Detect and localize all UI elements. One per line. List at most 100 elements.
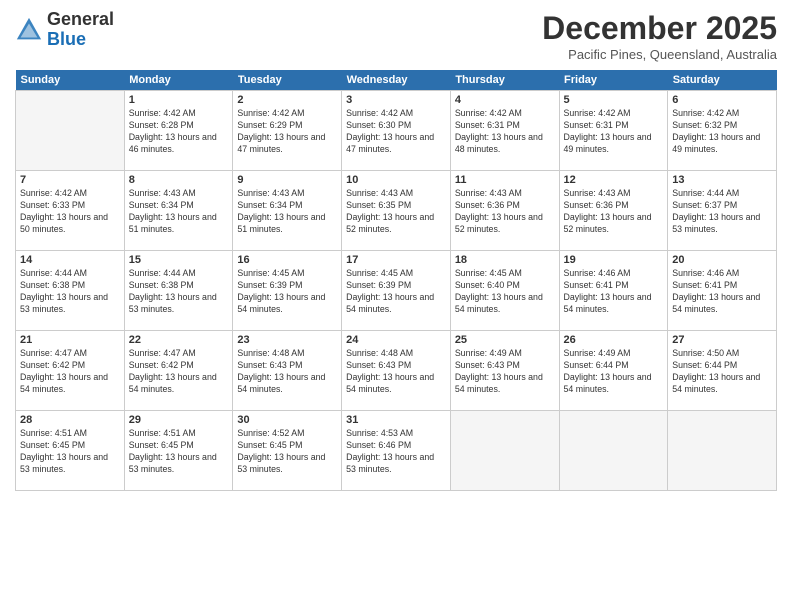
calendar-cell: 9 Sunrise: 4:43 AMSunset: 6:34 PMDaylight… <box>233 171 342 251</box>
calendar-cell: 10 Sunrise: 4:43 AMSunset: 6:35 PMDayligh… <box>342 171 451 251</box>
calendar-table: SundayMondayTuesdayWednesdayThursdayFrid… <box>15 70 777 491</box>
day-number: 18 <box>455 254 555 266</box>
calendar-cell <box>16 91 125 171</box>
calendar-cell: 6 Sunrise: 4:42 AMSunset: 6:32 PMDaylight… <box>668 91 777 171</box>
day-number: 29 <box>129 414 229 426</box>
week-row-2: 7 Sunrise: 4:42 AMSunset: 6:33 PMDaylight… <box>16 171 777 251</box>
day-number: 3 <box>346 94 446 106</box>
day-number: 11 <box>455 174 555 186</box>
calendar-cell: 24Sunrise: 4:48 AMSunset: 6:43 PMDayligh… <box>342 331 451 411</box>
calendar-cell: 2 Sunrise: 4:42 AMSunset: 6:29 PMDaylight… <box>233 91 342 171</box>
calendar-cell: 20 Sunrise: 4:46 AMSunset: 6:41 PMDayligh… <box>668 251 777 331</box>
calendar-cell: 7 Sunrise: 4:42 AMSunset: 6:33 PMDaylight… <box>16 171 125 251</box>
cell-info: Sunrise: 4:43 AMSunset: 6:36 PMDaylight:… <box>455 188 555 236</box>
title-section: December 2025 Pacific Pines, Queensland,… <box>542 10 777 62</box>
cell-info: Sunrise: 4:42 AMSunset: 6:29 PMDaylight:… <box>237 108 337 156</box>
day-number: 28 <box>20 414 120 426</box>
cell-info: Sunrise: 4:44 AMSunset: 6:38 PMDaylight:… <box>129 268 229 316</box>
day-number: 16 <box>237 254 337 266</box>
day-number: 10 <box>346 174 446 186</box>
calendar-cell: 27Sunrise: 4:50 AMSunset: 6:44 PMDayligh… <box>668 331 777 411</box>
header-day-friday: Friday <box>559 70 668 91</box>
calendar-cell: 22 Sunrise: 4:47 AMSunset: 6:42 PMDayligh… <box>124 331 233 411</box>
cell-info: Sunrise: 4:51 AMSunset: 6:45 PMDaylight:… <box>129 428 229 476</box>
day-number: 20 <box>672 254 772 266</box>
logo-blue: Blue <box>47 29 86 49</box>
cell-info: Sunrise: 4:42 AMSunset: 6:32 PMDaylight:… <box>672 108 772 156</box>
day-number: 26 <box>564 334 664 346</box>
cell-info: Sunrise: 4:43 AMSunset: 6:35 PMDaylight:… <box>346 188 446 236</box>
calendar-cell: 1 Sunrise: 4:42 AMSunset: 6:28 PMDaylight… <box>124 91 233 171</box>
cell-info: Sunrise: 4:42 AMSunset: 6:30 PMDaylight:… <box>346 108 446 156</box>
cell-info: Sunrise: 4:46 AMSunset: 6:41 PMDaylight:… <box>672 268 772 316</box>
calendar-container: General Blue December 2025 Pacific Pines… <box>0 0 792 612</box>
day-number: 21 <box>20 334 120 346</box>
day-number: 17 <box>346 254 446 266</box>
day-number: 2 <box>237 94 337 106</box>
calendar-cell: 19Sunrise: 4:46 AMSunset: 6:41 PMDayligh… <box>559 251 668 331</box>
calendar-cell: 4Sunrise: 4:42 AMSunset: 6:31 PMDaylight… <box>450 91 559 171</box>
logo-icon <box>15 16 43 44</box>
cell-info: Sunrise: 4:49 AMSunset: 6:43 PMDaylight:… <box>455 348 555 396</box>
header-day-monday: Monday <box>124 70 233 91</box>
cell-info: Sunrise: 4:49 AMSunset: 6:44 PMDaylight:… <box>564 348 664 396</box>
day-number: 22 <box>129 334 229 346</box>
cell-info: Sunrise: 4:46 AMSunset: 6:41 PMDaylight:… <box>564 268 664 316</box>
header: General Blue December 2025 Pacific Pines… <box>15 10 777 62</box>
cell-info: Sunrise: 4:43 AMSunset: 6:36 PMDaylight:… <box>564 188 664 236</box>
header-day-wednesday: Wednesday <box>342 70 451 91</box>
day-number: 4 <box>455 94 555 106</box>
cell-info: Sunrise: 4:42 AMSunset: 6:31 PMDaylight:… <box>564 108 664 156</box>
calendar-cell: 17 Sunrise: 4:45 AMSunset: 6:39 PMDayligh… <box>342 251 451 331</box>
cell-info: Sunrise: 4:42 AMSunset: 6:33 PMDaylight:… <box>20 188 120 236</box>
logo-text: General Blue <box>47 10 114 50</box>
day-number: 25 <box>455 334 555 346</box>
cell-info: Sunrise: 4:51 AMSunset: 6:45 PMDaylight:… <box>20 428 120 476</box>
day-number: 30 <box>237 414 337 426</box>
cell-info: Sunrise: 4:43 AMSunset: 6:34 PMDaylight:… <box>129 188 229 236</box>
cell-info: Sunrise: 4:42 AMSunset: 6:28 PMDaylight:… <box>129 108 229 156</box>
day-number: 15 <box>129 254 229 266</box>
week-row-4: 21 Sunrise: 4:47 AMSunset: 6:42 PMDayligh… <box>16 331 777 411</box>
calendar-cell <box>450 411 559 491</box>
week-row-3: 14 Sunrise: 4:44 AMSunset: 6:38 PMDayligh… <box>16 251 777 331</box>
day-number: 9 <box>237 174 337 186</box>
logo: General Blue <box>15 10 114 50</box>
week-row-1: 1 Sunrise: 4:42 AMSunset: 6:28 PMDaylight… <box>16 91 777 171</box>
calendar-cell: 15 Sunrise: 4:44 AMSunset: 6:38 PMDayligh… <box>124 251 233 331</box>
logo-general: General <box>47 9 114 29</box>
day-number: 14 <box>20 254 120 266</box>
calendar-cell: 18Sunrise: 4:45 AMSunset: 6:40 PMDayligh… <box>450 251 559 331</box>
day-number: 6 <box>672 94 772 106</box>
cell-info: Sunrise: 4:48 AMSunset: 6:43 PMDaylight:… <box>237 348 337 396</box>
day-number: 23 <box>237 334 337 346</box>
calendar-cell: 29 Sunrise: 4:51 AMSunset: 6:45 PMDayligh… <box>124 411 233 491</box>
cell-info: Sunrise: 4:45 AMSunset: 6:39 PMDaylight:… <box>237 268 337 316</box>
calendar-cell: 31Sunrise: 4:53 AMSunset: 6:46 PMDayligh… <box>342 411 451 491</box>
calendar-cell: 14 Sunrise: 4:44 AMSunset: 6:38 PMDayligh… <box>16 251 125 331</box>
cell-info: Sunrise: 4:47 AMSunset: 6:42 PMDaylight:… <box>20 348 120 396</box>
header-row: SundayMondayTuesdayWednesdayThursdayFrid… <box>16 70 777 91</box>
calendar-cell <box>559 411 668 491</box>
cell-info: Sunrise: 4:45 AMSunset: 6:39 PMDaylight:… <box>346 268 446 316</box>
day-number: 1 <box>129 94 229 106</box>
cell-info: Sunrise: 4:43 AMSunset: 6:34 PMDaylight:… <box>237 188 337 236</box>
calendar-cell: 11 Sunrise: 4:43 AMSunset: 6:36 PMDayligh… <box>450 171 559 251</box>
cell-info: Sunrise: 4:44 AMSunset: 6:38 PMDaylight:… <box>20 268 120 316</box>
calendar-cell: 8 Sunrise: 4:43 AMSunset: 6:34 PMDaylight… <box>124 171 233 251</box>
day-number: 7 <box>20 174 120 186</box>
calendar-cell: 23 Sunrise: 4:48 AMSunset: 6:43 PMDayligh… <box>233 331 342 411</box>
header-day-thursday: Thursday <box>450 70 559 91</box>
week-row-5: 28 Sunrise: 4:51 AMSunset: 6:45 PMDayligh… <box>16 411 777 491</box>
calendar-cell <box>668 411 777 491</box>
day-number: 8 <box>129 174 229 186</box>
cell-info: Sunrise: 4:47 AMSunset: 6:42 PMDaylight:… <box>129 348 229 396</box>
header-day-saturday: Saturday <box>668 70 777 91</box>
calendar-cell: 26 Sunrise: 4:49 AMSunset: 6:44 PMDayligh… <box>559 331 668 411</box>
day-number: 27 <box>672 334 772 346</box>
calendar-cell: 5Sunrise: 4:42 AMSunset: 6:31 PMDaylight… <box>559 91 668 171</box>
cell-info: Sunrise: 4:53 AMSunset: 6:46 PMDaylight:… <box>346 428 446 476</box>
month-title: December 2025 <box>542 10 777 47</box>
day-number: 12 <box>564 174 664 186</box>
calendar-cell: 25 Sunrise: 4:49 AMSunset: 6:43 PMDayligh… <box>450 331 559 411</box>
